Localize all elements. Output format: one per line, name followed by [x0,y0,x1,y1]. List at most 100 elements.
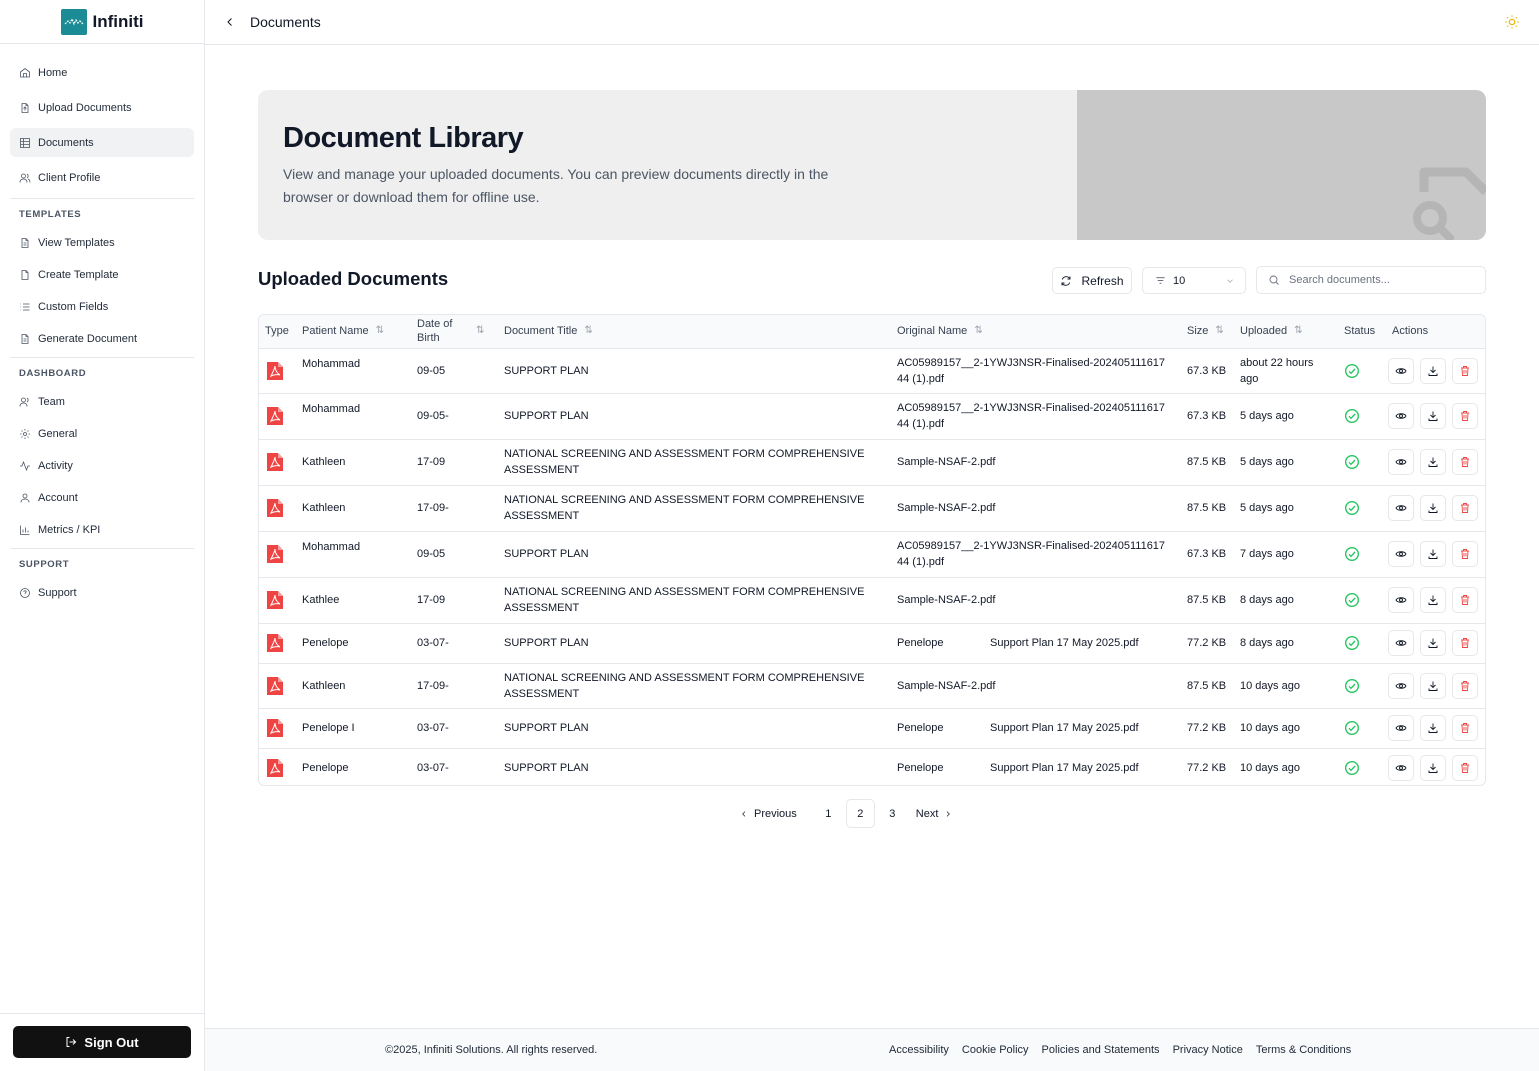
footer-link-cookie-policy[interactable]: Cookie Policy [962,1044,1029,1056]
section-heading-dashboard: DASHBOARD [19,368,87,379]
download-button[interactable] [1420,449,1446,475]
refresh-icon [1062,275,1071,286]
column-header-label: Document Title [504,325,578,338]
eye-icon [1395,682,1407,689]
view-button[interactable] [1388,449,1414,475]
footer-link-privacy-notice[interactable]: Privacy Notice [1173,1044,1243,1056]
page-button-2[interactable]: 2 [845,799,875,828]
sidebar-item-client-profile[interactable]: Client Profile [10,163,194,192]
column-header-date-of-birth[interactable]: Date of Birth ⇅ [417,317,504,345]
column-header-status: Status [1344,325,1376,338]
eye-icon [1395,640,1407,646]
download-button[interactable] [1420,587,1446,613]
column-header-label: Size [1187,325,1209,338]
pdf-file-icon [267,407,283,425]
sidebar-item-generate-document[interactable]: Generate Document [10,324,194,353]
download-button[interactable] [1420,715,1446,741]
theme-toggle-button[interactable] [1504,14,1520,30]
column-header-patient-name[interactable]: Patient Name ⇅ [302,324,417,338]
column-header-original-name[interactable]: Original Name ⇅ [897,324,1187,338]
page-size-select[interactable]: 10 [1142,267,1246,294]
section-heading-support: SUPPORT [19,559,70,570]
status-check-icon [1345,721,1359,735]
sidebar-item-team[interactable]: Team [10,387,194,416]
document-title: NATIONAL SCREENING AND ASSESSMENT FORM C… [504,671,865,700]
sidebar-item-activity[interactable]: Activity [10,451,194,480]
sidebar-item-view-templates[interactable]: View Templates [10,228,194,257]
file-size: 87.5 KB [1187,456,1227,468]
page-button-3[interactable]: 3 [878,799,907,828]
delete-button[interactable] [1452,672,1478,699]
sidebar-item-metrics-kpi[interactable]: Metrics / KPI [10,515,194,544]
column-header-size[interactable]: Size ⇅ [1187,324,1240,338]
document-title: SUPPORT PLAN [504,548,589,560]
delete-button[interactable] [1452,495,1478,521]
download-button[interactable] [1420,357,1446,384]
sign-out-button[interactable]: Sign Out [13,1026,191,1058]
column-header-uploaded[interactable]: Uploaded ⇅ [1240,324,1344,338]
view-button[interactable] [1388,672,1414,699]
search-input[interactable] [1289,274,1469,286]
delete-button[interactable] [1452,630,1478,656]
footer-link-accessibility[interactable]: Accessibility [889,1044,949,1056]
view-button[interactable] [1388,495,1414,521]
sidebar-item-home[interactable]: Home [10,58,194,87]
sidebar-item-documents[interactable]: Documents [10,128,194,157]
bar-chart-icon [20,525,30,535]
delete-button[interactable] [1452,587,1478,613]
file-size: 67.3 KB [1187,548,1227,560]
download-button[interactable] [1420,541,1446,567]
original-name: Sample-NSAF-2.pdf [897,456,996,468]
view-button[interactable] [1388,541,1414,567]
brand[interactable]: Infiniti [0,0,204,44]
sidebar-item-general[interactable]: General [10,419,194,448]
download-button[interactable] [1420,672,1446,699]
file-search-icon [1413,167,1486,240]
download-button[interactable] [1420,754,1446,781]
download-button[interactable] [1420,630,1446,656]
eye-icon [1395,505,1407,511]
sidebar-item-account[interactable]: Account [10,483,194,512]
download-icon [1428,549,1438,559]
footer-link-terms[interactable]: Terms & Conditions [1256,1044,1351,1056]
uploaded-time: 8 days ago [1240,637,1294,649]
delete-button[interactable] [1452,754,1478,781]
back-button[interactable] [224,15,238,29]
column-header-document-title[interactable]: Document Title ⇅ [504,324,897,338]
download-icon [1428,638,1438,648]
sidebar-item-custom-fields[interactable]: Custom Fields [10,292,194,321]
view-button[interactable] [1388,403,1414,429]
hero-banner: Document Library View and manage your up… [258,90,1486,240]
trash-icon [1461,723,1469,733]
sidebar-item-create-template[interactable]: Create Template [10,260,194,289]
delete-button[interactable] [1452,715,1478,741]
view-button[interactable] [1388,715,1414,741]
page-button-1[interactable]: 1 [814,799,843,828]
view-button[interactable] [1388,754,1414,781]
original-name: AC05989157__2-1YWJ3NSR-Finalised-2024051… [897,402,1166,430]
view-button[interactable] [1388,587,1414,613]
delete-button[interactable] [1452,357,1478,384]
download-button[interactable] [1420,495,1446,521]
refresh-button[interactable]: Refresh [1052,267,1132,294]
next-page-button[interactable]: Next [916,808,953,820]
view-button[interactable] [1388,357,1414,384]
previous-page-button[interactable]: Previous [740,808,797,820]
view-button[interactable] [1388,630,1414,656]
download-button[interactable] [1420,403,1446,429]
footer: ©2025, Infiniti Solutions. All rights re… [205,1028,1539,1071]
sidebar-item-support[interactable]: Support [10,578,194,607]
brand-name: Infiniti [92,11,144,31]
delete-button[interactable] [1452,403,1478,429]
table-row: Penelope I 03-07- SUPPORT PLAN Penelope Supp… [259,708,1485,749]
patient-name: Kathleen [302,679,346,692]
sidebar-item-label: Upload Documents [38,101,132,114]
footer-link-policies[interactable]: Policies and Statements [1042,1044,1160,1056]
chevron-left-icon [742,810,746,817]
delete-button[interactable] [1452,541,1478,567]
original-name: Sample-NSAF-2.pdf [897,502,996,514]
delete-button[interactable] [1452,449,1478,475]
sidebar-item-upload-documents[interactable]: Upload Documents [10,93,194,122]
sidebar-item-label: Support [38,586,77,599]
table-row: Kathleen 17-09- NATIONAL SCREENING AND ASS… [259,663,1485,709]
